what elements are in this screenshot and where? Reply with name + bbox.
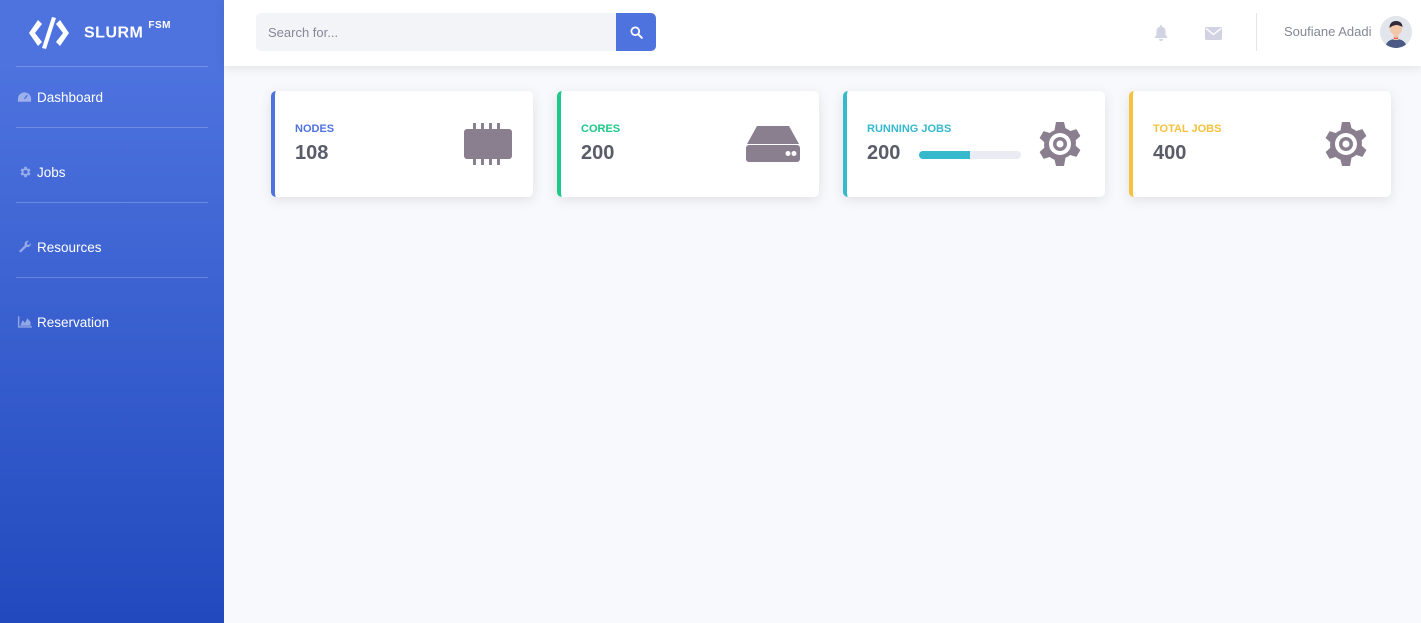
- sidebar-item-jobs[interactable]: Jobs: [0, 158, 224, 186]
- dashboard-icon: [17, 90, 32, 104]
- search-form: [256, 13, 656, 51]
- running-jobs-progress: [919, 151, 1021, 159]
- envelope-icon: [1204, 26, 1222, 40]
- sidebar: SLURM FSM Dashboard Jobs Resources Reserv…: [0, 0, 224, 623]
- sidebar-item-label: Jobs: [37, 164, 66, 180]
- code-logo-icon: [29, 17, 69, 49]
- total-jobs-card: TOTAL JOBS 400: [1129, 91, 1391, 197]
- card-value: 400: [1153, 142, 1187, 164]
- bell-icon: [1154, 25, 1168, 41]
- messages-button[interactable]: [1204, 24, 1222, 42]
- sidebar-item-label: Dashboard: [37, 89, 104, 105]
- sidebar-item-label: Reservation: [37, 314, 110, 330]
- card-label: RUNNING JOBS: [867, 123, 952, 135]
- gear-icon: [1035, 119, 1085, 169]
- search-icon: [629, 25, 643, 39]
- card-value: 200: [581, 142, 615, 164]
- card-label: TOTAL JOBS: [1153, 123, 1222, 135]
- topbar: Soufiane Adadi: [224, 0, 1421, 66]
- avatar[interactable]: [1380, 16, 1412, 48]
- wrench-icon: [17, 240, 32, 254]
- sidebar-item-reservation[interactable]: Reservation: [0, 308, 224, 336]
- sidebar-item-label: Resources: [37, 239, 102, 255]
- card-value: 108: [295, 142, 329, 164]
- card-label: CORES: [581, 123, 621, 135]
- nodes-card: NODES 108: [271, 91, 533, 197]
- gear-icon: [17, 165, 32, 179]
- running-jobs-card: RUNNING JOBS 200: [843, 91, 1105, 197]
- alerts-button[interactable]: [1152, 24, 1170, 42]
- card-value: 200: [867, 142, 901, 164]
- sidebar-item-resources[interactable]: Resources: [0, 233, 224, 261]
- brand-superscript: FSM: [148, 20, 171, 32]
- hard-drive-icon: [745, 119, 801, 169]
- topbar-divider: [1256, 13, 1257, 51]
- gear-icon: [1321, 119, 1371, 169]
- cores-card: CORES 200: [557, 91, 819, 197]
- brand-link[interactable]: SLURM FSM: [0, 0, 224, 66]
- area-chart-icon: [17, 315, 32, 329]
- chip-icon: [463, 119, 513, 169]
- search-button[interactable]: [616, 13, 656, 51]
- progress-fill: [919, 151, 970, 159]
- sidebar-item-dashboard[interactable]: Dashboard: [0, 83, 224, 111]
- search-input[interactable]: [256, 13, 616, 51]
- user-name[interactable]: Soufiane Adadi: [1284, 24, 1371, 39]
- brand-name: SLURM: [84, 24, 144, 42]
- card-label: NODES: [295, 123, 335, 135]
